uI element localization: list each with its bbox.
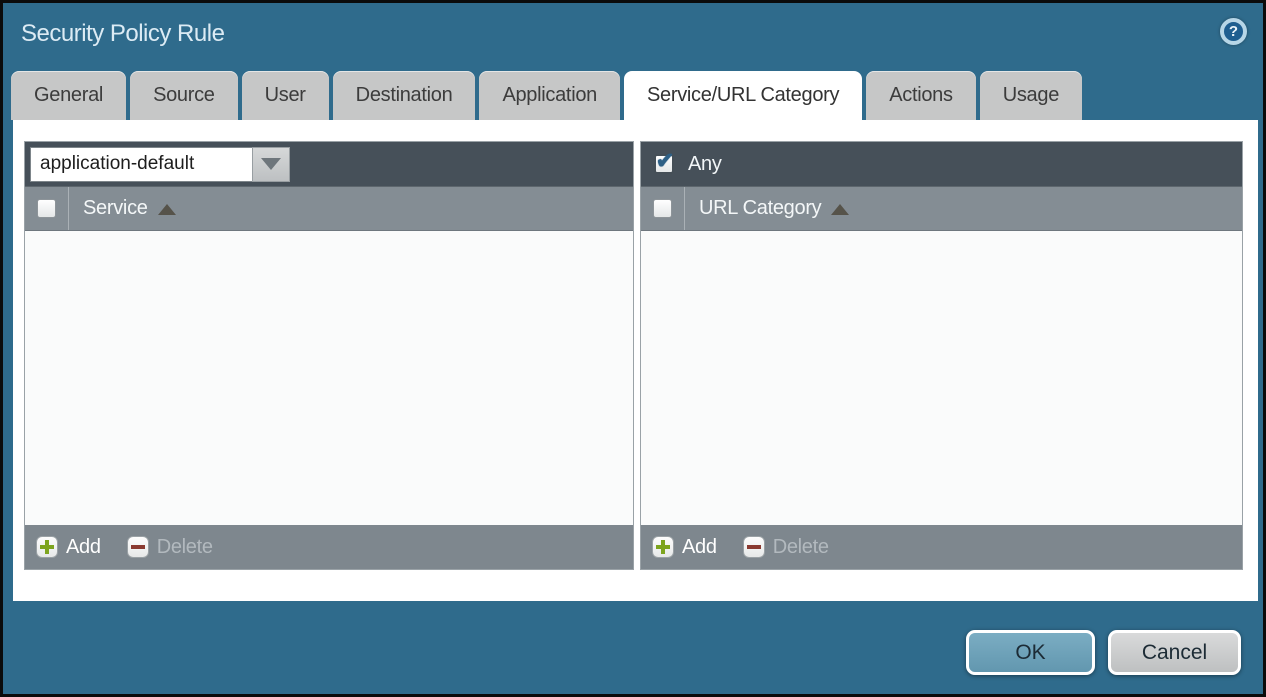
help-glyph: ? [1229, 23, 1238, 40]
tab-strip: General Source User Destination Applicat… [11, 71, 1082, 120]
tab-application[interactable]: Application [479, 71, 620, 120]
service-table-header: Service [25, 186, 633, 231]
tab-general[interactable]: General [11, 71, 126, 120]
cancel-button-label: Cancel [1142, 641, 1207, 665]
url-category-select-all-checkbox[interactable] [653, 199, 672, 218]
titlebar: Security Policy Rule ? [3, 3, 1263, 68]
any-row: ✔ Any [646, 153, 722, 176]
tab-label: Service/URL Category [647, 84, 839, 107]
tab-service-url-category[interactable]: Service/URL Category [624, 71, 862, 120]
help-icon[interactable]: ? [1220, 18, 1247, 45]
url-category-footer: Add Delete [641, 525, 1242, 569]
tab-content: Service Add Delete [13, 120, 1258, 601]
security-policy-rule-dialog: Security Policy Rule ? General Source Us… [0, 0, 1266, 697]
tab-actions[interactable]: Actions [866, 71, 976, 120]
service-type-input[interactable] [30, 147, 252, 182]
add-button-label: Add [66, 536, 101, 559]
service-column-label: Service [83, 197, 148, 220]
chevron-down-icon [261, 158, 281, 170]
service-column-header[interactable]: Service [69, 197, 176, 220]
tab-label: Actions [889, 84, 953, 107]
checkmark-icon: ✔ [656, 150, 674, 172]
any-label: Any [688, 153, 722, 176]
service-header-checkbox-cell [25, 187, 69, 230]
url-category-delete-button[interactable]: Delete [743, 536, 829, 559]
any-checkbox[interactable]: ✔ [654, 154, 674, 174]
url-category-header-checkbox-cell [641, 187, 685, 230]
tab-label: Usage [1003, 84, 1059, 107]
tab-source[interactable]: Source [130, 71, 238, 120]
ok-button-label: OK [1015, 641, 1045, 665]
tab-user[interactable]: User [242, 71, 329, 120]
url-category-toolbar: ✔ Any [641, 142, 1242, 186]
ok-button[interactable]: OK [966, 630, 1095, 675]
minus-icon [743, 536, 765, 558]
service-panel: Service Add Delete [24, 141, 634, 570]
url-category-add-button[interactable]: Add [652, 536, 717, 559]
tab-usage[interactable]: Usage [980, 71, 1082, 120]
service-type-combo [30, 147, 290, 182]
service-type-dropdown-button[interactable] [252, 147, 290, 182]
url-category-panel: ✔ Any URL Category Add [640, 141, 1243, 570]
plus-icon [36, 536, 58, 558]
minus-icon [127, 536, 149, 558]
service-footer: Add Delete [25, 525, 633, 569]
url-category-table-header: URL Category [641, 186, 1242, 231]
tab-label: Destination [356, 84, 453, 107]
cancel-button[interactable]: Cancel [1108, 630, 1241, 675]
service-select-all-checkbox[interactable] [37, 199, 56, 218]
service-delete-button[interactable]: Delete [127, 536, 213, 559]
tab-destination[interactable]: Destination [333, 71, 476, 120]
delete-button-label: Delete [773, 536, 829, 559]
sort-ascending-icon [831, 204, 849, 215]
url-category-list-body[interactable] [641, 231, 1242, 525]
dialog-title: Security Policy Rule [21, 20, 224, 48]
service-add-button[interactable]: Add [36, 536, 101, 559]
url-category-column-header[interactable]: URL Category [685, 197, 849, 220]
sort-ascending-icon [158, 204, 176, 215]
add-button-label: Add [682, 536, 717, 559]
plus-icon [652, 536, 674, 558]
service-toolbar [25, 142, 633, 186]
url-category-column-label: URL Category [699, 197, 821, 220]
delete-button-label: Delete [157, 536, 213, 559]
tab-label: General [34, 84, 103, 107]
tab-label: User [265, 84, 306, 107]
tab-label: Source [153, 84, 215, 107]
tab-label: Application [502, 84, 597, 107]
service-list-body[interactable] [25, 231, 633, 525]
